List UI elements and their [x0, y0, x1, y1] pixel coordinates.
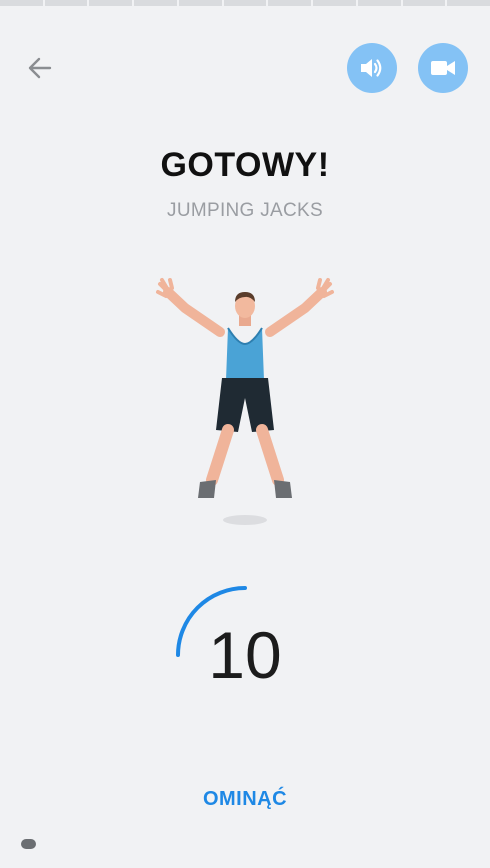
progress-segment [268, 0, 312, 6]
status-indicator [21, 839, 36, 849]
progress-segment [134, 0, 177, 6]
skip-button[interactable]: OMINĄĆ [0, 788, 490, 811]
progress-segment [178, 0, 222, 6]
volume-icon [361, 59, 382, 77]
progress-segment [89, 0, 133, 6]
video-camera-icon [431, 61, 455, 75]
progress-segment [357, 0, 401, 6]
progress-segment [223, 0, 267, 6]
exercise-name: JUMPING JACKS [167, 200, 323, 221]
progress-segment [447, 0, 490, 6]
jumping-jacks-illustration [156, 278, 334, 525]
countdown-value: 10 [208, 618, 282, 692]
back-button[interactable] [22, 52, 56, 84]
progress-segment [0, 0, 43, 6]
sound-button[interactable] [347, 43, 397, 93]
progress-segment [402, 0, 446, 6]
workout-progress-strip [0, 0, 490, 8]
progress-segment [313, 0, 356, 6]
progress-segment [44, 0, 88, 6]
ready-title: GOTOWY! [160, 146, 330, 184]
arrow-left-icon [28, 57, 52, 79]
video-button[interactable] [418, 43, 468, 93]
